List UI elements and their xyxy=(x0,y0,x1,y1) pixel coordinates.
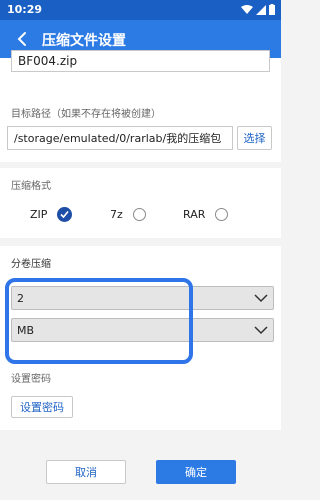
volume-size-select[interactable]: 2 xyxy=(11,286,274,310)
volume-label: 分卷压缩 xyxy=(11,259,51,270)
volume-card: 分卷压缩 2 MB xyxy=(0,246,281,366)
format-label: 压缩格式 xyxy=(11,181,51,192)
radio-circle-icon xyxy=(132,208,146,221)
cancel-button[interactable]: 取消 xyxy=(46,460,126,484)
wifi-icon xyxy=(241,4,253,14)
target-path-label: 目标路径（如果不存在将被创建） xyxy=(11,109,161,120)
chevron-down-icon xyxy=(254,326,268,335)
ok-button[interactable]: 确定 xyxy=(156,460,236,484)
volume-size-value: 2 xyxy=(17,291,24,305)
format-card: 压缩格式 ZIP 7z RAR xyxy=(0,168,281,238)
password-card: 设置密码 设置密码 xyxy=(0,366,281,430)
chevron-down-icon xyxy=(254,294,268,303)
target-path-input[interactable]: /storage/emulated/0/rarlab/我的压缩包 xyxy=(7,126,233,150)
file-name-input[interactable]: BF004.zip xyxy=(11,50,270,72)
file-name-card: BF004.zip xyxy=(0,50,281,98)
back-arrow-icon[interactable] xyxy=(14,30,32,48)
check-icon xyxy=(57,207,73,222)
status-time: 10:29 xyxy=(7,3,43,16)
set-password-button[interactable]: 设置密码 xyxy=(11,396,73,418)
radio-zip[interactable]: ZIP xyxy=(30,207,73,222)
password-label: 设置密码 xyxy=(11,374,51,385)
volume-unit-value: MB xyxy=(17,323,35,337)
choose-path-button[interactable]: 选择 xyxy=(237,126,272,150)
target-path-card: 目标路径（如果不存在将被创建） /storage/emulated/0/rarl… xyxy=(0,98,281,162)
radio-circle-icon xyxy=(215,208,229,221)
radio-rar[interactable]: RAR xyxy=(183,208,229,221)
radio-rar-label: RAR xyxy=(183,208,206,221)
signal-icon xyxy=(256,4,266,15)
radio-zip-label: ZIP xyxy=(30,208,48,221)
radio-7z[interactable]: 7z xyxy=(110,208,146,221)
page-title: 压缩文件设置 xyxy=(42,33,126,49)
status-bar: 10:29 xyxy=(0,0,281,20)
status-icons xyxy=(241,4,275,15)
volume-unit-select[interactable]: MB xyxy=(11,318,274,342)
radio-7z-label: 7z xyxy=(110,208,123,221)
battery-icon xyxy=(269,4,275,15)
